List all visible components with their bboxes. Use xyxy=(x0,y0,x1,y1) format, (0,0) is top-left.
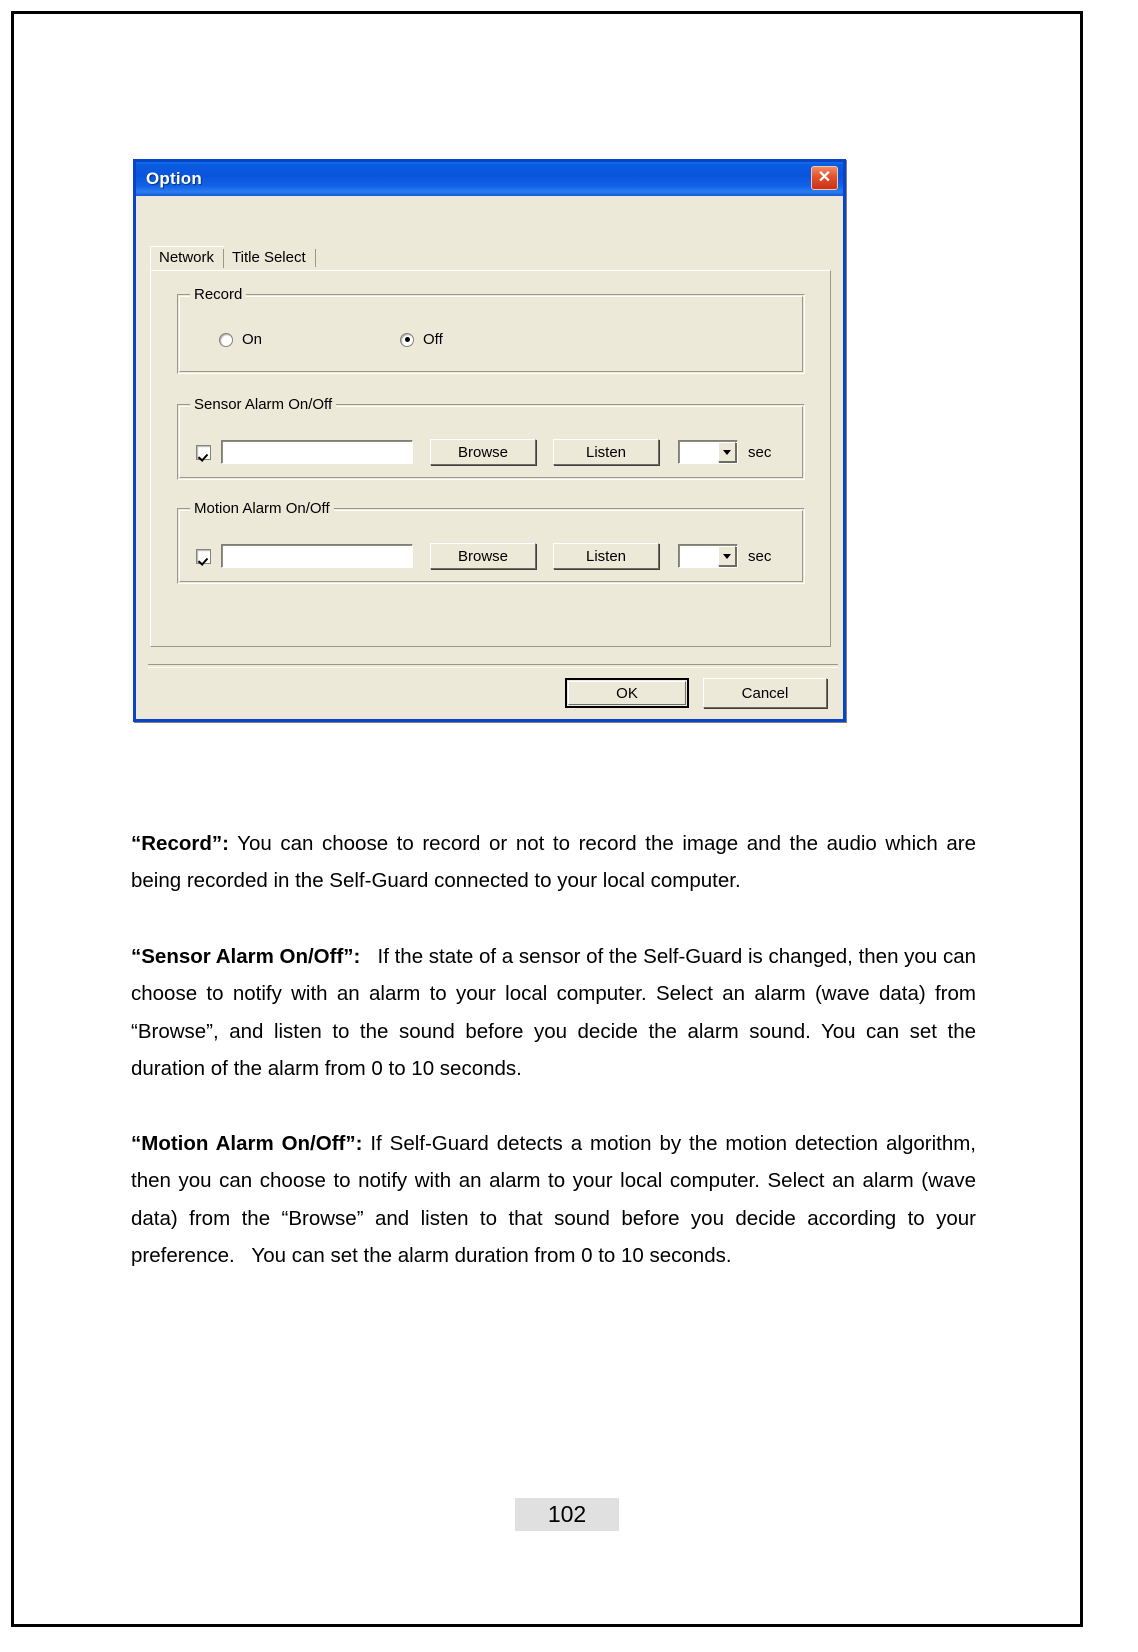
motion-duration-unit: sec xyxy=(748,547,772,565)
motion-alarm-group-title: Motion Alarm On/Off xyxy=(190,500,334,517)
dialog-footer: OK Cancel xyxy=(565,678,827,708)
sensor-duration-unit: sec xyxy=(748,443,772,461)
dialog-body: Network Title Select Record On Off Senso… xyxy=(136,196,843,719)
paragraph-motion-alarm-term: “Motion Alarm On/Off”: xyxy=(131,1131,363,1155)
sensor-alarm-row: Browse Listen sec xyxy=(196,439,771,465)
sensor-duration-select[interactable] xyxy=(678,440,738,464)
cancel-button[interactable]: Cancel xyxy=(703,678,827,708)
radio-unchecked-icon xyxy=(219,332,233,347)
record-radio-on-label: On xyxy=(242,331,263,348)
ok-button-label: OK xyxy=(616,684,638,702)
chevron-down-icon[interactable] xyxy=(718,546,736,566)
dialog-titlebar: Option ✕ xyxy=(136,162,843,196)
record-group-title: Record xyxy=(190,286,247,303)
paragraph-sensor-alarm-term: “Sensor Alarm On/Off”: xyxy=(131,944,361,968)
tab-network-label: Network xyxy=(159,249,215,266)
motion-alarm-row: Browse Listen sec xyxy=(196,543,771,569)
paragraph-record-term: “Record”: xyxy=(131,831,229,855)
sensor-alarm-group-title: Sensor Alarm On/Off xyxy=(190,396,337,413)
page-number: 102 xyxy=(515,1498,619,1531)
tab-title-select-label: Title Select xyxy=(232,249,306,266)
tab-title-select[interactable]: Title Select xyxy=(224,247,316,270)
ok-button[interactable]: OK xyxy=(565,678,689,708)
record-radio-on[interactable]: On xyxy=(219,331,262,348)
paragraph-record: “Record”: You can choose to record or no… xyxy=(131,825,976,900)
dialog-title: Option xyxy=(146,169,202,188)
motion-duration-select[interactable] xyxy=(678,544,738,568)
record-radio-off[interactable]: Off xyxy=(400,331,443,348)
group-inner-edge xyxy=(179,296,803,372)
tab-network[interactable]: Network xyxy=(150,246,225,271)
motion-alarm-group: Motion Alarm On/Off Browse Listen sec xyxy=(177,500,805,584)
motion-browse-button[interactable]: Browse xyxy=(430,543,536,569)
tab-divider xyxy=(314,249,316,267)
footer-separator xyxy=(148,664,838,668)
document-page: Option ✕ Network Title Select Record On … xyxy=(11,11,1083,1627)
close-icon[interactable]: ✕ xyxy=(811,166,838,190)
option-dialog: Option ✕ Network Title Select Record On … xyxy=(133,159,846,722)
radio-checked-icon xyxy=(400,332,414,347)
paragraph-motion-alarm: “Motion Alarm On/Off”: If Self-Guard det… xyxy=(131,1125,976,1275)
sensor-alarm-checkbox[interactable] xyxy=(196,444,211,460)
motion-alarm-checkbox[interactable] xyxy=(196,548,211,564)
record-radio-off-label: Off xyxy=(423,331,443,348)
motion-listen-button[interactable]: Listen xyxy=(553,543,659,569)
record-group: Record On Off xyxy=(177,286,805,374)
paragraph-record-text: You can choose to record or not to recor… xyxy=(131,831,976,893)
sensor-alarm-path-input[interactable] xyxy=(221,440,413,464)
motion-alarm-path-input[interactable] xyxy=(221,544,413,568)
chevron-down-icon[interactable] xyxy=(718,442,736,462)
sensor-browse-button[interactable]: Browse xyxy=(430,439,536,465)
paragraph-sensor-alarm: “Sensor Alarm On/Off”: If the state of a… xyxy=(131,938,976,1088)
sensor-alarm-group: Sensor Alarm On/Off Browse Listen sec xyxy=(177,396,805,480)
tab-strip: Network Title Select xyxy=(150,244,831,271)
sensor-listen-button[interactable]: Listen xyxy=(553,439,659,465)
